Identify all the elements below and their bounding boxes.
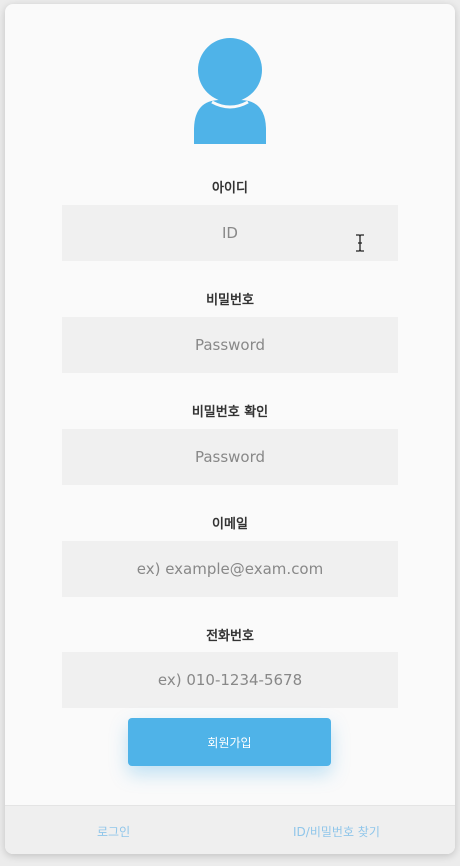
password-confirm-label: 비밀번호 확인 — [191, 405, 269, 420]
password-confirm-input[interactable] — [62, 429, 398, 485]
id-label: 아이디 — [212, 181, 248, 196]
password-label: 비밀번호 — [206, 293, 254, 308]
signup-card: 아이디 비밀번호 비밀번호 확인 이메일 전화번호 회원가입 로그인 ID/비밀… — [5, 4, 455, 854]
login-link[interactable]: 로그인 — [97, 823, 130, 840]
user-avatar-icon — [194, 38, 266, 144]
email-input[interactable] — [62, 541, 398, 597]
phone-input[interactable] — [62, 652, 398, 708]
phone-label: 전화번호 — [206, 629, 254, 644]
footer-bar: 로그인 ID/비밀번호 찾기 — [5, 805, 455, 854]
email-label: 이메일 — [212, 517, 248, 532]
password-input[interactable] — [62, 317, 398, 373]
text-cursor-icon — [356, 234, 364, 252]
signup-button[interactable]: 회원가입 — [128, 718, 331, 766]
find-account-link[interactable]: ID/비밀번호 찾기 — [293, 823, 380, 840]
id-input[interactable] — [62, 205, 398, 261]
